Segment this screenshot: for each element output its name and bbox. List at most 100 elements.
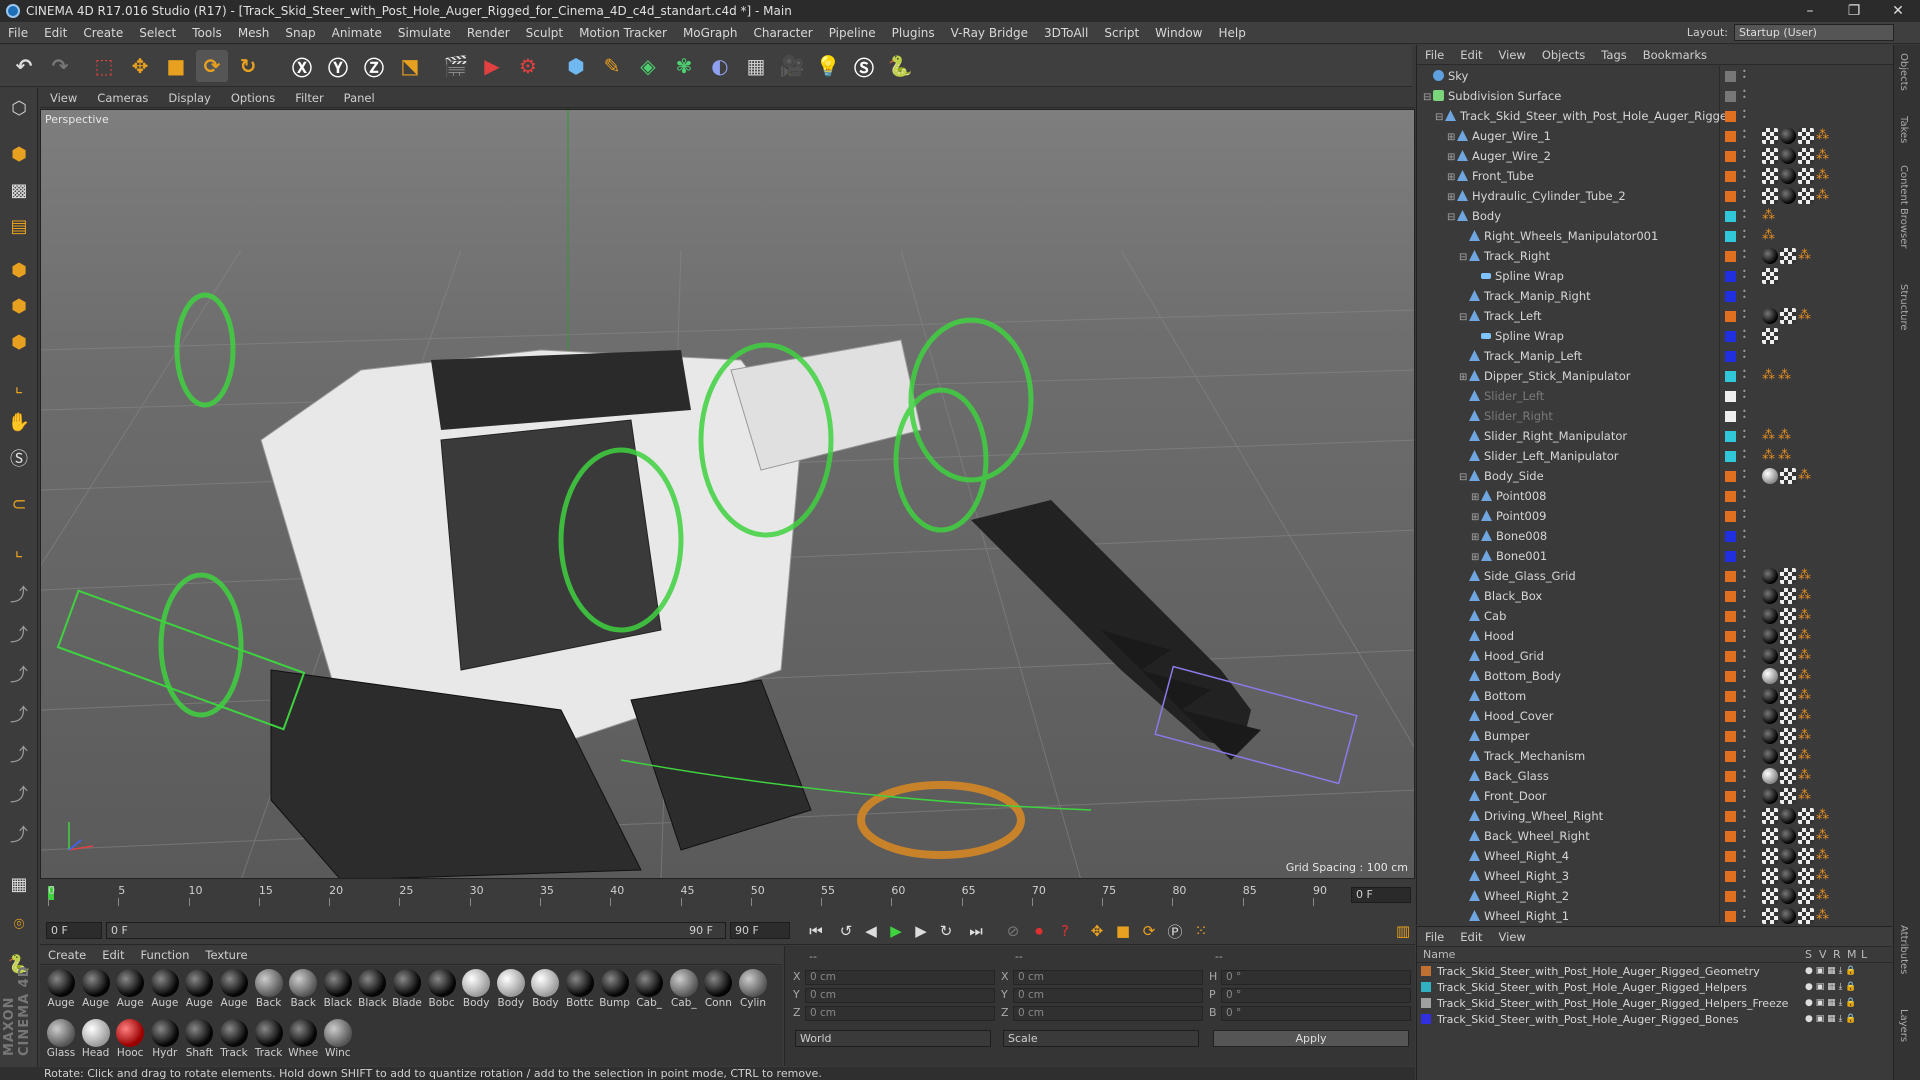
menu-script[interactable]: Script xyxy=(1096,26,1147,40)
camera-icon[interactable]: 🎥 xyxy=(776,50,808,82)
record-icon[interactable]: ⏺ xyxy=(1028,921,1050,941)
layer-flags-icon[interactable]: ● ▣ ▦ ⤓ 🔒 xyxy=(1805,980,1857,995)
object-menu-file[interactable]: File xyxy=(1417,48,1452,62)
soft-selection-icon[interactable]: ⤴ xyxy=(3,578,35,610)
object-menu-bookmarks[interactable]: Bookmarks xyxy=(1635,48,1715,62)
object-row[interactable]: Track_Mechanism • • ⁂ xyxy=(1417,746,1893,766)
layer-color-swatch[interactable] xyxy=(1421,982,1431,992)
axis-mode-icon[interactable]: ⌞ xyxy=(3,370,35,402)
y-axis-lock-icon[interactable]: Ⓨ xyxy=(322,50,354,82)
material-swatch[interactable]: Blade xyxy=(390,968,424,1014)
visibility-dots-icon[interactable]: • • xyxy=(1742,408,1748,423)
subdivision-surface-icon[interactable]: ◈ xyxy=(632,50,664,82)
points-mode-icon[interactable]: ⬢ xyxy=(3,254,35,286)
material-swatch[interactable]: Auge xyxy=(44,968,78,1014)
material-swatch[interactable]: Back xyxy=(286,968,320,1014)
visibility-dots-icon[interactable]: • • xyxy=(1742,568,1748,583)
texture-tag-icon[interactable] xyxy=(1762,268,1778,284)
viewport-menu-options[interactable]: Options xyxy=(221,91,285,105)
material-tag-icon[interactable] xyxy=(1780,828,1796,844)
texture-tag-icon[interactable] xyxy=(1780,708,1796,724)
layout-dropdown[interactable]: Startup (User) xyxy=(1734,24,1894,41)
texture-tag-icon[interactable] xyxy=(1762,908,1778,924)
object-menu-objects[interactable]: Objects xyxy=(1534,48,1593,62)
material-swatch[interactable]: Cab_ xyxy=(667,968,701,1014)
material-swatch[interactable]: Auge xyxy=(113,968,147,1014)
magnet-icon[interactable]: ⊂ xyxy=(3,488,35,520)
visibility-dots-icon[interactable]: • • xyxy=(1742,148,1748,163)
texture-tag-icon[interactable] xyxy=(1762,328,1778,344)
layer-color-icon[interactable] xyxy=(1725,511,1736,522)
floor-icon[interactable]: ▦ xyxy=(740,50,772,82)
visibility-dots-icon[interactable]: • • xyxy=(1742,628,1748,643)
weld-icon[interactable]: ⤴ xyxy=(3,818,35,850)
object-row[interactable]: Slider_Left_Manipulator • • ⁂ ⁂ xyxy=(1417,446,1893,466)
material-tag-icon[interactable] xyxy=(1762,468,1778,484)
texture-tag-icon[interactable] xyxy=(1762,188,1778,204)
visibility-dots-icon[interactable]: • • xyxy=(1742,808,1748,823)
coord-value-field[interactable]: 0 cm xyxy=(805,970,995,985)
layer-color-icon[interactable] xyxy=(1725,491,1736,502)
side-tab-takes[interactable]: Takes xyxy=(1898,116,1909,143)
material-tag-icon[interactable] xyxy=(1780,188,1796,204)
layer-color-icon[interactable] xyxy=(1725,311,1736,322)
minimize-button[interactable]: – xyxy=(1788,0,1832,22)
goto-end-icon[interactable]: ⏭ xyxy=(965,921,987,941)
menu-mesh[interactable]: Mesh xyxy=(230,26,278,40)
visibility-dots-icon[interactable]: • • xyxy=(1742,108,1748,123)
object-row[interactable]: Slider_Right_Manipulator • • ⁂ ⁂ xyxy=(1417,426,1893,446)
material-swatch[interactable]: Body xyxy=(494,968,528,1014)
layer-color-icon[interactable] xyxy=(1725,851,1736,862)
viewport-menu-filter[interactable]: Filter xyxy=(285,91,333,105)
autokey-icon[interactable]: ? xyxy=(1054,921,1076,941)
layer-color-swatch[interactable] xyxy=(1421,966,1431,976)
constraint-tag-icon[interactable]: ⁂ xyxy=(1816,168,1830,184)
side-tab-content-browser[interactable]: Content Browser xyxy=(1898,165,1909,248)
redo-icon[interactable]: ↷ xyxy=(44,50,76,82)
visibility-dots-icon[interactable]: • • xyxy=(1742,728,1748,743)
layer-color-swatch[interactable] xyxy=(1421,998,1431,1008)
expand-toggle-icon[interactable]: ⊟ xyxy=(1447,208,1457,228)
recent-tool-icon[interactable]: ↻ xyxy=(232,50,264,82)
close-button[interactable]: ✕ xyxy=(1876,0,1920,22)
constraint-tag-icon[interactable]: ⁂ xyxy=(1816,908,1830,924)
visibility-dots-icon[interactable]: • • xyxy=(1742,548,1748,563)
timeline-window-icon[interactable]: ▥ xyxy=(1392,921,1414,941)
texture-tag-icon[interactable] xyxy=(1798,168,1814,184)
object-row[interactable]: ⊟ Subdivision Surface • • xyxy=(1417,86,1893,106)
object-row[interactable]: Hood_Cover • • ⁂ xyxy=(1417,706,1893,726)
key-scale-icon[interactable]: ■ xyxy=(1112,921,1134,941)
layer-color-icon[interactable] xyxy=(1725,131,1736,142)
layer-menu-edit[interactable]: Edit xyxy=(1452,930,1490,944)
layer-row[interactable]: Track_Skid_Steer_with_Post_Hole_Auger_Ri… xyxy=(1421,980,1891,995)
constraint-tag-icon[interactable]: ⁂ xyxy=(1798,568,1812,584)
extrude-icon[interactable]: ⤴ xyxy=(3,738,35,770)
layer-color-icon[interactable] xyxy=(1725,731,1736,742)
material-tag-icon[interactable] xyxy=(1762,668,1778,684)
layer-color-icon[interactable] xyxy=(1725,291,1736,302)
material-tag-icon[interactable] xyxy=(1762,248,1778,264)
cube-primitive-icon[interactable]: ⬢ xyxy=(560,50,592,82)
expand-toggle-icon[interactable]: ⊞ xyxy=(1459,368,1469,388)
z-axis-lock-icon[interactable]: Ⓩ xyxy=(358,50,390,82)
material-swatch[interactable]: Hydr xyxy=(148,1018,182,1064)
layer-color-icon[interactable] xyxy=(1725,531,1736,542)
layer-flags-icon[interactable]: ● ▣ ▦ ⤓ 🔒 xyxy=(1805,964,1857,979)
layer-color-icon[interactable] xyxy=(1725,751,1736,762)
python-icon[interactable]: 🐍 xyxy=(884,50,916,82)
undo-icon[interactable]: ↶ xyxy=(8,50,40,82)
object-row[interactable]: ⊞ Front_Tube • • ⁂ xyxy=(1417,166,1893,186)
constraint-tag-icon[interactable]: ⁂ xyxy=(1816,868,1830,884)
viewport-menu-cameras[interactable]: Cameras xyxy=(87,91,158,105)
material-tag-icon[interactable] xyxy=(1762,788,1778,804)
brush-icon[interactable]: ⤴ xyxy=(3,618,35,650)
render-view-icon[interactable]: 🎬 xyxy=(440,50,472,82)
visibility-dots-icon[interactable]: • • xyxy=(1742,648,1748,663)
visibility-dots-icon[interactable]: • • xyxy=(1742,88,1748,103)
constraint-tag-icon[interactable]: ⁂ xyxy=(1762,448,1776,464)
object-menu-view[interactable]: View xyxy=(1491,48,1534,62)
texture-mode-icon[interactable]: ▩ xyxy=(3,174,35,206)
polygons-mode-icon[interactable]: ⬢ xyxy=(3,326,35,358)
constraint-tag-icon[interactable]: ⁂ xyxy=(1816,128,1830,144)
tweak-mode-icon[interactable]: ✋ xyxy=(3,406,35,438)
